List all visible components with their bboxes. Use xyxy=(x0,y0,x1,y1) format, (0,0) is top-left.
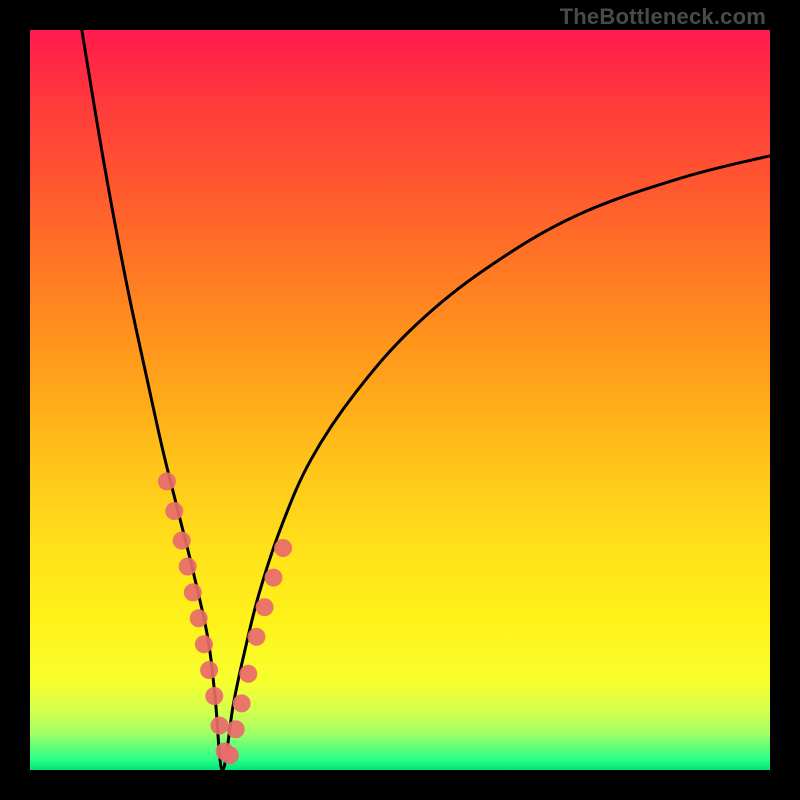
data-marker xyxy=(195,635,213,653)
data-marker xyxy=(205,687,223,705)
data-marker xyxy=(210,717,228,735)
plot-area xyxy=(30,30,770,770)
data-marker xyxy=(233,694,251,712)
data-marker xyxy=(200,661,218,679)
chart-svg xyxy=(30,30,770,770)
data-marker xyxy=(158,472,176,490)
data-marker xyxy=(179,558,197,576)
data-marker xyxy=(256,598,274,616)
data-marker xyxy=(239,665,257,683)
data-marker xyxy=(165,502,183,520)
data-marker xyxy=(264,569,282,587)
data-marker xyxy=(184,583,202,601)
data-marker xyxy=(227,720,245,738)
bottleneck-curve xyxy=(82,30,770,770)
data-markers xyxy=(158,472,292,764)
chart-frame: TheBottleneck.com xyxy=(0,0,800,800)
data-marker xyxy=(274,539,292,557)
data-marker xyxy=(173,532,191,550)
data-marker xyxy=(247,628,265,646)
data-marker xyxy=(190,609,208,627)
watermark-text: TheBottleneck.com xyxy=(560,4,766,30)
data-marker xyxy=(221,746,239,764)
